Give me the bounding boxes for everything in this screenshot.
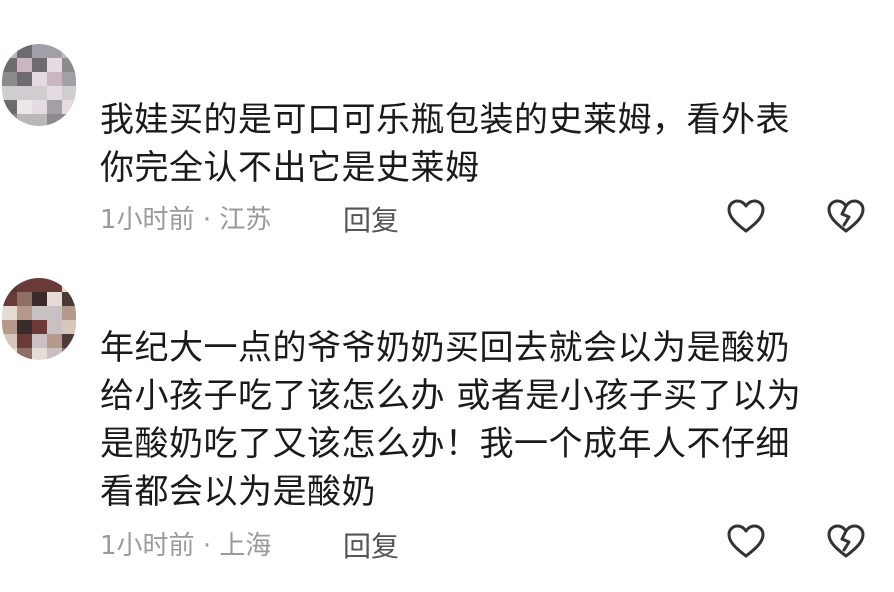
avatar-pixel [47, 292, 62, 307]
avatar[interactable] [2, 278, 76, 360]
comment-text-line: 给小孩子吃了该怎么办 或者是小孩子买了以为 [100, 376, 802, 416]
avatar-pixel [2, 334, 17, 349]
broken-heart-icon [827, 199, 865, 233]
avatar-pixel [47, 44, 62, 59]
comment-item: 年纪大一点的爷爷奶奶买回去就会以为是酸奶 给小孩子吃了该怎么办 或者是小孩子买了… [0, 250, 894, 592]
avatar-pixel [47, 72, 62, 87]
avatar-pixel [62, 306, 76, 321]
avatar-pixel [62, 100, 76, 115]
avatar-pixel [17, 44, 32, 59]
avatar-pixel [47, 114, 62, 126]
avatar-pixel [62, 58, 76, 73]
like-button[interactable] [726, 522, 766, 562]
comment-text-line: 年纪大一点的爷爷奶奶买回去就会以为是酸奶 [100, 328, 790, 368]
avatar-pixel [62, 44, 76, 59]
avatar-pixel [17, 100, 32, 115]
avatar-pixel [62, 278, 76, 293]
avatar-pixel [2, 320, 17, 335]
avatar-pixel [2, 292, 17, 307]
avatar-pixel [62, 348, 76, 360]
avatar-pixel [17, 86, 32, 101]
avatar-pixel [62, 86, 76, 101]
comment-time: 1小时前 [100, 205, 195, 235]
avatar-pixel [2, 72, 17, 87]
avatar-pixel [17, 334, 32, 349]
avatar-pixel [32, 100, 47, 115]
avatar-pixel [2, 100, 17, 115]
meta-separator: · [202, 531, 212, 561]
comment-meta: 1小时前 · 江苏 [100, 199, 271, 236]
dislike-button[interactable] [826, 522, 866, 562]
avatar-pixel [32, 44, 47, 59]
avatar-pixel [2, 86, 17, 101]
like-button[interactable] [726, 197, 766, 237]
avatar-pixel [47, 320, 62, 335]
avatar[interactable] [2, 44, 76, 126]
heart-outline-icon [727, 524, 765, 558]
comment-text-line: 是酸奶吃了又该怎么办！我一个成年人不仔细 [100, 424, 790, 464]
avatar-pixel [62, 292, 76, 307]
comment-text-line: 我娃买的是可口可乐瓶包装的史莱姆，看外表 [100, 100, 790, 140]
avatar-pixel [32, 86, 47, 101]
avatar-pixel [62, 114, 76, 126]
avatar-pixel [2, 58, 17, 73]
avatar-pixel [62, 334, 76, 349]
avatar-pixel [32, 278, 47, 293]
comment-location: 江苏 [219, 205, 272, 235]
avatar-pixel [32, 114, 47, 126]
avatar-pixel [32, 348, 47, 360]
comment-text: 我娃买的是可口可乐瓶包装的史莱姆，看外表 你完全认不出它是史莱姆 [100, 96, 860, 192]
avatar-pixel [32, 292, 47, 307]
comment-item: 我娃买的是可口可乐瓶包装的史莱姆，看外表 你完全认不出它是史莱姆 1小时前 · … [0, 0, 894, 250]
avatar-pixel [32, 306, 47, 321]
avatar-pixel [47, 100, 62, 115]
avatar-pixel [17, 348, 32, 360]
avatar-pixel [2, 306, 17, 321]
avatar-pixel [47, 334, 62, 349]
avatar-pixel [2, 114, 17, 126]
avatar-pixel [32, 320, 47, 335]
avatar-pixel [47, 278, 62, 293]
avatar-pixel [32, 72, 47, 87]
avatar-pixel [2, 278, 17, 293]
avatar-pixel [62, 320, 76, 335]
avatar-pixel [47, 348, 62, 360]
avatar-pixel [17, 292, 32, 307]
avatar-pixel [17, 320, 32, 335]
avatar-pixel [32, 58, 47, 73]
avatar-pixel [47, 86, 62, 101]
avatar-pixel [47, 58, 62, 73]
avatar-pixel [2, 348, 17, 360]
avatar-pixel [17, 278, 32, 293]
comment-meta: 1小时前 · 上海 [100, 525, 271, 562]
avatar-pixel [32, 334, 47, 349]
avatar-pixel [17, 72, 32, 87]
meta-separator: · [202, 205, 212, 235]
dislike-button[interactable] [826, 197, 866, 237]
comment-text-line: 看都会以为是酸奶 [100, 472, 376, 512]
avatar-pixel [17, 58, 32, 73]
comment-time: 1小时前 [100, 531, 195, 561]
avatar-pixel [47, 306, 62, 321]
reply-button[interactable]: 回复 [343, 525, 399, 565]
comment-text-line: 你完全认不出它是史莱姆 [100, 148, 480, 188]
avatar-pixel [17, 114, 32, 126]
avatar-pixel [62, 72, 76, 87]
heart-outline-icon [727, 199, 765, 233]
avatar-pixel [17, 306, 32, 321]
broken-heart-icon [827, 524, 865, 558]
comment-location: 上海 [219, 531, 272, 561]
avatar-pixel [2, 44, 17, 59]
comment-text: 年纪大一点的爷爷奶奶买回去就会以为是酸奶 给小孩子吃了该怎么办 或者是小孩子买了… [100, 324, 860, 516]
reply-button[interactable]: 回复 [343, 199, 399, 239]
